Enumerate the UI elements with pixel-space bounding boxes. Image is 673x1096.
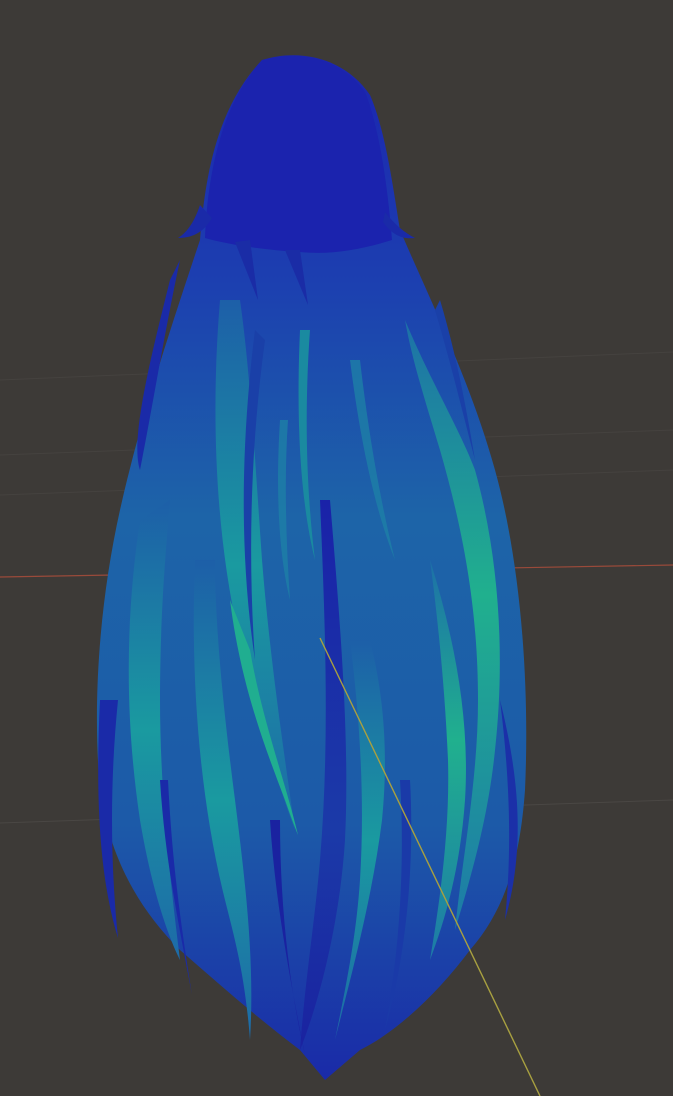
viewport-canvas[interactable] [0, 0, 673, 1096]
3d-viewport[interactable] [0, 0, 673, 1096]
hair-mesh[interactable] [96, 55, 527, 1081]
